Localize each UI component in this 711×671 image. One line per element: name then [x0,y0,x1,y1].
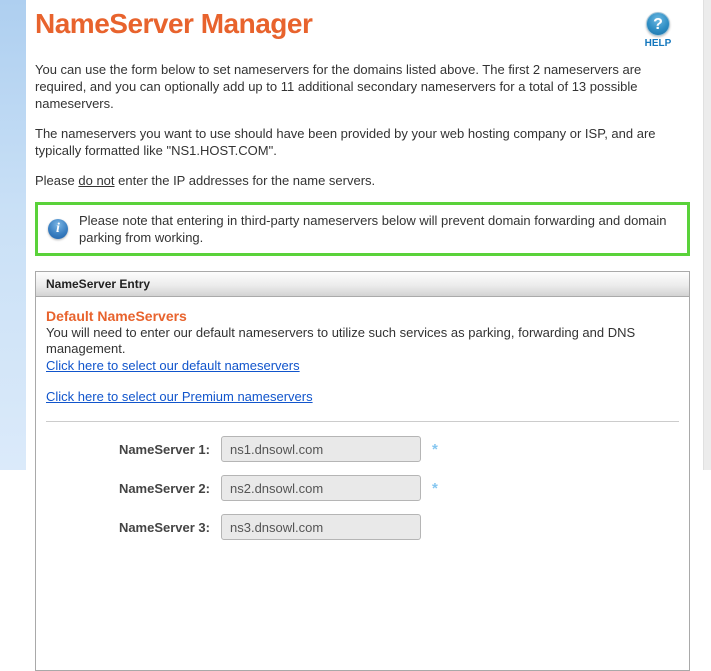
page-title: NameServer Manager [35,8,690,40]
intro-paragraph-2: The nameservers you want to use should h… [35,125,690,159]
select-default-nameservers-link[interactable]: Click here to select our default nameser… [46,358,300,373]
panel-header: NameServer Entry [36,272,689,297]
nameserver-2-input[interactable] [221,475,421,501]
form-divider [46,421,679,422]
help-icon[interactable]: ? [646,12,670,36]
default-nameservers-heading: Default NameServers [46,308,679,324]
nameserver-1-input[interactable] [221,436,421,462]
nameserver-1-row: NameServer 1: * [46,436,679,462]
help-label[interactable]: HELP [636,38,680,49]
main-content: NameServer Manager ? HELP You can use th… [35,0,690,671]
nameserver-3-input[interactable] [221,514,421,540]
nameserver-1-label: NameServer 1: [46,442,221,457]
panel-body: Default NameServers You will need to ent… [36,297,689,540]
p3-do-not-emphasis: do not [78,173,114,188]
p3-prefix: Please [35,173,78,188]
nameserver-2-row: NameServer 2: * [46,475,679,501]
required-asterisk: * [432,480,438,497]
left-page-margin-strip [0,0,26,470]
notice-text: Please note that entering in third-party… [79,212,677,246]
nameserver-2-label: NameServer 2: [46,481,221,496]
nameserver-form: NameServer 1: * NameServer 2: * NameServ… [46,436,679,540]
third-party-nameserver-notice: i Please note that entering in third-par… [35,202,690,256]
p3-suffix: enter the IP addresses for the name serv… [115,173,376,188]
nameserver-entry-panel: NameServer Entry Default NameServers You… [35,271,690,671]
page-header: NameServer Manager ? HELP [35,8,690,40]
intro-paragraph-3: Please do not enter the IP addresses for… [35,172,690,189]
nameserver-3-label: NameServer 3: [46,520,221,535]
default-nameservers-description: You will need to enter our default names… [46,325,679,357]
nameserver-3-row: NameServer 3: [46,514,679,540]
select-premium-nameservers-link[interactable]: Click here to select our Premium nameser… [46,389,313,404]
right-page-edge-strip [703,0,711,470]
required-asterisk: * [432,441,438,458]
info-icon: i [48,219,68,239]
help-block: ? HELP [636,12,680,49]
intro-paragraph-1: You can use the form below to set namese… [35,61,690,112]
